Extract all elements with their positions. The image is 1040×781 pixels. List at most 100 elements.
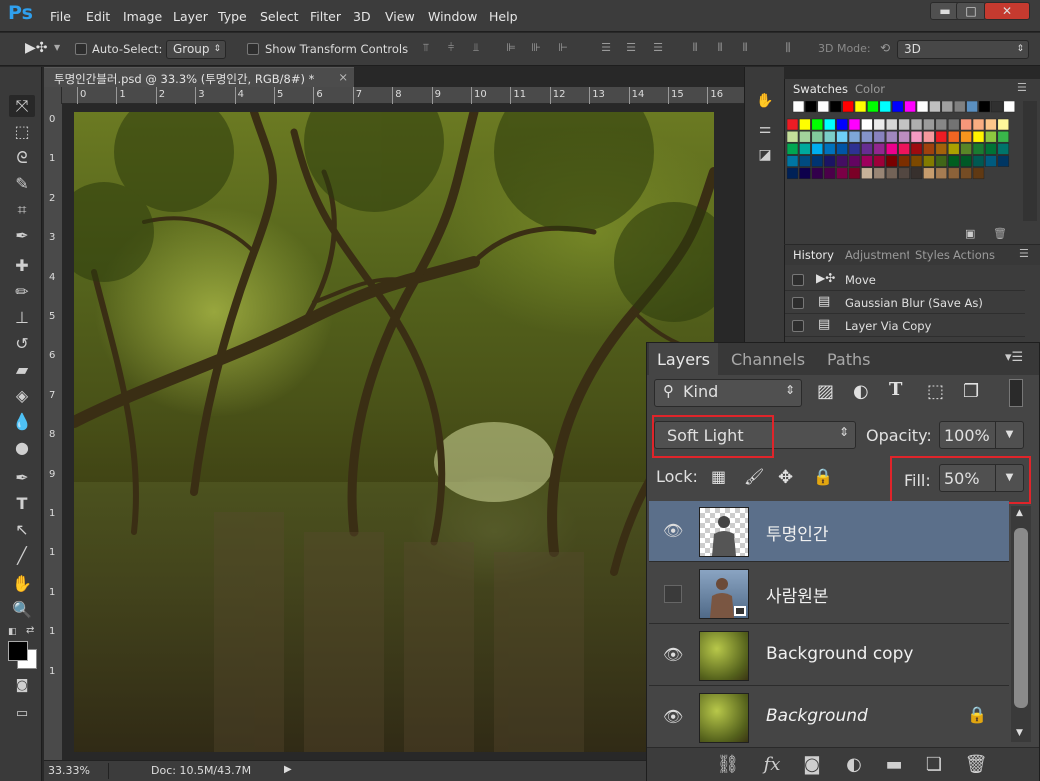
swatch[interactable] (823, 118, 836, 131)
swatch[interactable] (935, 130, 948, 143)
swatch[interactable] (885, 130, 898, 143)
close-button[interactable]: ✕ (984, 2, 1030, 20)
swatch[interactable] (823, 167, 836, 180)
zoom-level[interactable]: 33.33% (48, 764, 90, 777)
swatch[interactable] (910, 155, 923, 167)
swatch[interactable] (960, 118, 972, 131)
distribute-bottom-icon[interactable]: ☰ (650, 41, 666, 55)
history-snapshot-checkbox[interactable] (792, 320, 804, 332)
layer-row[interactable]: 사람원본 (649, 563, 1009, 624)
visibility-toggle-hidden[interactable] (664, 585, 682, 603)
swatch[interactable] (972, 167, 985, 180)
swatch[interactable] (923, 130, 935, 143)
menu-select[interactable]: Select (260, 9, 299, 24)
filter-toggle-switch[interactable] (1009, 379, 1023, 407)
swatch[interactable] (811, 167, 824, 180)
trash-icon[interactable]: 🗑 (993, 227, 1007, 240)
swatch[interactable] (879, 101, 892, 113)
swatch[interactable] (787, 167, 799, 180)
swatch[interactable] (823, 143, 836, 155)
quick-select-tool-icon[interactable]: ✎ (9, 173, 35, 195)
swatch[interactable] (848, 130, 861, 143)
swatch[interactable] (972, 143, 985, 155)
menu-help[interactable]: Help (489, 9, 518, 24)
menu-3d[interactable]: 3D (353, 9, 371, 24)
swatches-grid[interactable] (787, 101, 1017, 209)
history-item[interactable]: ▤ Layer Via Copy (785, 314, 1025, 337)
swatch[interactable] (972, 155, 985, 167)
link-layers-icon[interactable]: ⛓ (715, 754, 741, 775)
swatch[interactable] (972, 118, 985, 131)
eye-icon[interactable]: 👁 (663, 521, 683, 540)
distribute-top-icon[interactable]: ☰ (598, 41, 614, 55)
swatch[interactable] (836, 130, 848, 143)
swatch[interactable] (947, 167, 960, 180)
add-mask-icon[interactable]: ◙ (799, 754, 825, 775)
document-tab[interactable]: 투명인간블러.psd @ 33.3% (투명인간, RGB/8#) * × (44, 67, 354, 87)
lock-transparent-pixels-icon[interactable]: ▦ (711, 467, 726, 486)
swatch[interactable] (941, 101, 954, 113)
swatch[interactable] (873, 167, 886, 180)
layers-menu-icon[interactable]: ▾☰ (1005, 350, 1023, 365)
swatch[interactable] (947, 118, 960, 131)
swatch[interactable] (898, 167, 910, 180)
swatch[interactable] (836, 155, 848, 167)
new-layer-icon[interactable]: ❏ (921, 754, 947, 775)
swatch[interactable] (823, 130, 836, 143)
swatch[interactable] (991, 101, 1003, 113)
align-bottom-icon[interactable]: ⫫ (468, 41, 484, 55)
swatch[interactable] (953, 101, 966, 113)
swatch[interactable] (861, 143, 873, 155)
align-top-icon[interactable]: ⫪ (418, 41, 434, 55)
swatch[interactable] (799, 167, 811, 180)
align-hcenter-icon[interactable]: ⊪ (528, 41, 544, 55)
swatch[interactable] (787, 143, 799, 155)
lock-image-pixels-icon[interactable]: 🖌 (744, 467, 764, 486)
tab-layers[interactable]: Layers (649, 343, 718, 375)
swatch[interactable] (935, 167, 948, 180)
tab-swatches[interactable]: Swatches (793, 82, 848, 96)
info-icon[interactable]: ◪ (755, 147, 775, 165)
swatch[interactable] (829, 101, 842, 113)
swatch[interactable] (792, 101, 805, 113)
eyedropper-tool-icon[interactable]: ✒ (9, 225, 35, 247)
auto-select-dropdown[interactable]: Group ⇕ (166, 40, 226, 59)
tab-channels[interactable]: Channels (723, 343, 813, 375)
trash-icon[interactable]: 🗑 (963, 754, 989, 775)
swatch[interactable] (799, 155, 811, 167)
hand-tool-icon[interactable]: ✋ (9, 573, 35, 595)
history-brush-tool-icon[interactable]: ↺ (9, 333, 35, 355)
swatch[interactable] (787, 130, 799, 143)
swatch[interactable] (997, 130, 1010, 143)
swatch[interactable] (923, 143, 935, 155)
auto-select-checkbox[interactable] (75, 43, 87, 55)
paint-bucket-tool-icon[interactable]: ◈ (9, 385, 35, 407)
menu-edit[interactable]: Edit (86, 9, 110, 24)
tab-paths[interactable]: Paths (819, 343, 878, 375)
swatch[interactable] (997, 155, 1010, 167)
swatch[interactable] (885, 143, 898, 155)
swatch[interactable] (891, 101, 904, 113)
pen-tool-icon[interactable]: ✒ (9, 467, 35, 489)
swatch[interactable] (929, 101, 941, 113)
swatch[interactable] (873, 130, 886, 143)
canvas-image-forest[interactable] (62, 104, 734, 752)
swatch[interactable] (960, 130, 972, 143)
chevron-down-icon[interactable]: ▼ (54, 43, 60, 52)
swatch[interactable] (861, 130, 873, 143)
history-brush-icon[interactable]: ✋ (755, 93, 775, 111)
panel-menu-icon[interactable]: ☰ (1017, 81, 1027, 94)
history-menu-icon[interactable]: ☰ (1019, 247, 1029, 260)
foreground-color-swatch[interactable] (8, 641, 28, 661)
swatch[interactable] (805, 101, 817, 113)
distribute-vcenter-icon[interactable]: ☰ (623, 41, 639, 55)
distribute-hcenter-icon[interactable]: ⦀ (712, 41, 728, 55)
swatch[interactable] (854, 101, 867, 113)
menu-view[interactable]: View (385, 9, 415, 24)
healing-brush-tool-icon[interactable]: ✚ (9, 255, 35, 277)
path-selection-tool-icon[interactable]: ↖ (9, 519, 35, 541)
shape-filter-icon[interactable]: ⬚ (927, 381, 944, 402)
swatch[interactable] (848, 118, 861, 131)
swatch[interactable] (910, 167, 923, 180)
swatch[interactable] (836, 118, 848, 131)
